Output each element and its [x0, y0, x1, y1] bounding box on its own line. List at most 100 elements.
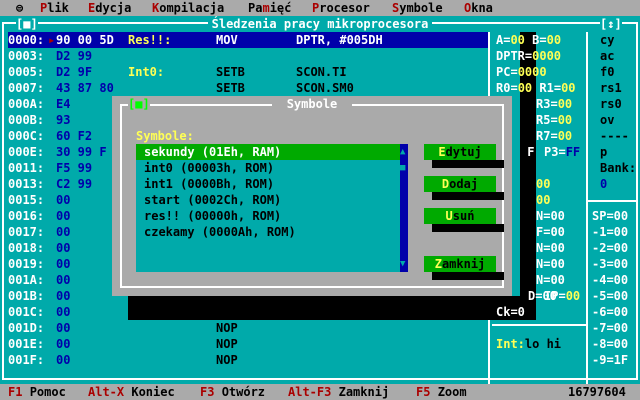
menu-symbole[interactable]: Symbole [392, 0, 443, 16]
system-menu-icon[interactable]: ⊜ [16, 0, 23, 16]
code-row[interactable]: 001E: 00 NOP [8, 336, 488, 352]
symbols-list[interactable]: sekundy (01Eh, RAM) int0 (00003h, ROM) i… [136, 144, 408, 272]
edit-button-label: dytuj [445, 145, 482, 159]
code-address: 001E: [8, 337, 45, 351]
reg-r5[interactable]: R5=00 [536, 112, 572, 128]
code-bytes: 00 [56, 353, 71, 367]
reg-r5-value: 00 [557, 113, 573, 127]
edit-button[interactable]: Edytuj [424, 144, 496, 160]
pane-divider [586, 32, 588, 384]
flag-item: cy [600, 33, 615, 47]
button-shadow [432, 272, 504, 280]
reg-r3[interactable]: R3=00 [536, 96, 572, 112]
menu-plik[interactable]: Plik [40, 0, 69, 16]
code-row[interactable]: 0003: D2 99 [8, 48, 488, 64]
code-bytes: 00 [56, 289, 71, 303]
code-row[interactable]: 0005: D2 9F Int0: SETB SCON.TI [8, 64, 488, 80]
menu-symbole-label: ymbole [399, 1, 443, 15]
code-bytes: D2 9F [56, 65, 93, 79]
reg-dptr[interactable]: DPTR=0000 [496, 48, 561, 64]
reg-partial: 00 [536, 177, 551, 191]
code-row[interactable]: 0000: 90 00 5D Res!!: MOV DPTR, #005DH ▸ [8, 32, 488, 48]
list-item[interactable]: int0 (00003h, ROM) [136, 160, 400, 176]
status-help-label: Pomoc [29, 385, 66, 399]
list-item[interactable]: int1 (0000Bh, ROM) [136, 176, 400, 192]
code-row[interactable]: 001C: 00 NOP [8, 304, 488, 320]
code-bytes: 43 87 80 [56, 81, 114, 95]
status-help[interactable]: F1 Pomoc [8, 384, 66, 400]
reg-pc-value: 0000 [517, 65, 547, 79]
code-address: 000E: [8, 145, 45, 159]
reg-r7-value: 00 [557, 129, 573, 143]
list-scrollbar[interactable]: ▲ ■ ▼ [400, 144, 408, 272]
dialog-shadow [128, 296, 528, 304]
code-address: 0005: [8, 65, 45, 79]
stack-item: -3=00 [592, 257, 629, 271]
reg-dptr-value: 0000 [532, 49, 562, 63]
list-item[interactable]: sekundy (01Eh, RAM) [136, 144, 400, 160]
code-mnemonic: MOV [216, 33, 238, 47]
add-button[interactable]: Dodaj [424, 176, 496, 192]
status-open[interactable]: F3 Otwórz [200, 384, 265, 400]
add-button-label: odaj [449, 177, 479, 191]
window-close-button[interactable]: [■] [16, 16, 38, 32]
code-row[interactable]: 001D: 00 NOP [8, 320, 488, 336]
status-help-key: F1 [8, 385, 23, 399]
stack-item: -6=00 [592, 305, 629, 319]
reg-r1-label: R1= [539, 81, 562, 95]
list-item[interactable]: res!! (00000h, ROM) [136, 208, 400, 224]
reg-p3[interactable]: P3=FF [544, 144, 580, 160]
status-close[interactable]: Alt-F3 Zamknij [288, 384, 389, 400]
stack-item: -8=00 [592, 337, 629, 351]
reg-ip-label: IP= [544, 289, 566, 303]
reg-r7[interactable]: R7=00 [536, 128, 572, 144]
reg-partial: F=00 [536, 225, 565, 239]
scroll-up-icon[interactable]: ▲ [400, 144, 405, 160]
code-bytes: 60 F2 [56, 129, 93, 143]
flag-item: Bank: [600, 161, 637, 175]
reg-ip[interactable]: IP=00 [544, 288, 580, 304]
menu-okna[interactable]: Okna [464, 0, 493, 16]
list-item[interactable]: czekamy (0000Ah, ROM) [136, 224, 400, 240]
window-zoom-button[interactable]: [↕] [600, 16, 622, 32]
delete-button[interactable]: Usuń [424, 208, 496, 224]
menu-procesor-label: rocesor [319, 1, 370, 15]
status-exit[interactable]: Alt-X Koniec [88, 384, 175, 400]
status-zoom[interactable]: F5 Zoom [416, 384, 467, 400]
flag-item: 0 [600, 177, 608, 191]
menu-procesor[interactable]: Procesor [312, 0, 370, 16]
reg-a[interactable]: A=00 B=00 [496, 32, 561, 48]
list-item[interactable]: start (0002Ch, ROM) [136, 192, 400, 208]
code-address: 0017: [8, 225, 45, 239]
code-row[interactable]: 0007: 43 87 80 SETB SCON.SM0 [8, 80, 488, 96]
flag-item: p [600, 145, 608, 159]
code-bytes: 00 [56, 337, 71, 351]
menu-pamiec[interactable]: Pamięć [248, 0, 291, 16]
reg-ck: Ck=0 [496, 305, 525, 319]
reg-r0-r1[interactable]: R0=00 R1=00 [496, 80, 576, 96]
reg-int-value: lo hi [524, 337, 562, 351]
scroll-down-icon[interactable]: ▼ [400, 256, 405, 272]
scroll-thumb-icon[interactable]: ■ [400, 160, 405, 176]
code-row[interactable]: 001F: 00 NOP [8, 352, 488, 368]
close-button[interactable]: Zamknij [424, 256, 496, 272]
code-mnemonic: NOP [216, 337, 238, 351]
stack-item: -4=00 [592, 273, 629, 287]
menu-edycja[interactable]: Edycja [88, 0, 131, 16]
menu-pamiec-hotkey: m [262, 1, 270, 15]
code-bytes: 00 [56, 305, 71, 319]
code-label: Res!!: [128, 33, 172, 47]
code-address: 000C: [8, 129, 45, 143]
reg-pc[interactable]: PC=0000 [496, 64, 547, 80]
code-bytes: 00 [56, 257, 71, 271]
stack-item: SP=00 [592, 209, 629, 223]
reg-ip-value: 00 [565, 289, 581, 303]
menu-kompilacja-label: ompilacja [159, 1, 225, 15]
code-operand: DPTR, #005DH [296, 33, 383, 47]
code-address: 000A: [8, 97, 45, 111]
status-close-label: Zamknij [338, 385, 390, 399]
menu-kompilacja[interactable]: Kompilacja [152, 0, 224, 16]
dialog-close-button[interactable]: [■] [128, 96, 150, 112]
divider [588, 200, 636, 202]
status-exit-key: Alt-X [88, 385, 125, 399]
